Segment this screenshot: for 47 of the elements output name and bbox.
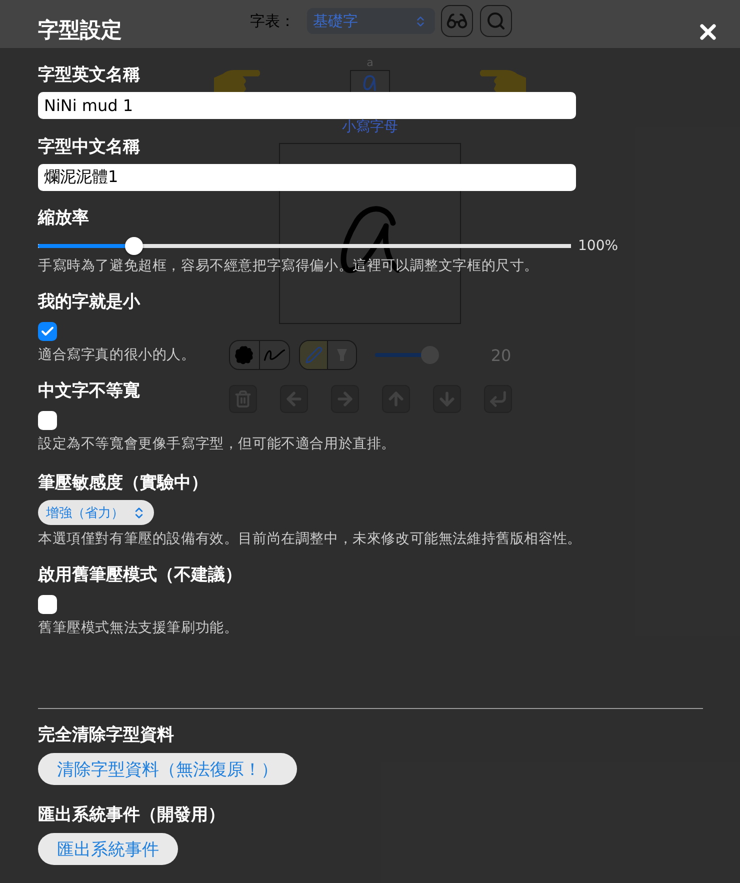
- setting-label: 我的字就是小: [38, 291, 140, 313]
- setting-label: 啟用舊筆壓模式（不建議）: [38, 564, 242, 586]
- glasses-button[interactable]: [441, 5, 473, 37]
- ink-blot-icon: [234, 344, 254, 366]
- glyph-category: 小寫字母: [342, 118, 398, 136]
- checkbox[interactable]: [38, 322, 57, 341]
- move-down-button[interactable]: [432, 385, 460, 413]
- setting-label: 字型英文名稱: [38, 64, 140, 86]
- setting-label: 縮放率: [38, 207, 89, 229]
- squiggle-icon: [264, 349, 285, 361]
- delete-button[interactable]: [228, 385, 256, 413]
- chevron-up-down-icon: [414, 14, 427, 28]
- trash-icon: [234, 390, 252, 408]
- setting-hint: 舊筆壓模式無法支援筆刷功能。: [38, 619, 238, 637]
- text-field[interactable]: 爛泥泥體1: [38, 164, 576, 191]
- checkbox[interactable]: [38, 595, 57, 614]
- setting-hint: 手寫時為了避免超框，容易不經意把字寫得偏小。這裡可以調整文字框的尺寸。: [38, 257, 538, 275]
- glyph-preview-icon: [363, 75, 377, 91]
- section-label: 匯出系統事件（開發用）: [38, 804, 225, 826]
- return-button[interactable]: [484, 385, 512, 413]
- setting-label: 中文字不等寬: [38, 380, 140, 402]
- checkbox[interactable]: [38, 411, 57, 430]
- brush-size-thumb[interactable]: [420, 346, 439, 364]
- section-label: 完全清除字型資料: [38, 724, 174, 746]
- setting-hint: 適合寫字真的很小的人。: [38, 346, 196, 364]
- slider-thumb[interactable]: [124, 237, 143, 255]
- search-button[interactable]: [480, 5, 512, 37]
- setting-label: 字型中文名稱: [38, 136, 140, 158]
- dropdown-select[interactable]: 增強（省力）: [38, 500, 154, 525]
- charset-label: 字表：: [250, 11, 295, 31]
- action-button[interactable]: 匯出系統事件: [38, 833, 178, 865]
- action-button[interactable]: 清除字型資料（無法復原！）: [38, 753, 297, 785]
- move-left-button[interactable]: [280, 385, 308, 413]
- setting-label: 筆壓敏感度（實驗中）: [38, 472, 208, 494]
- setting-hint: 本選項僅對有筆壓的設備有效。目前尚在調整中，未來修改可能無法維持舊版相容性。: [38, 530, 582, 548]
- pen-tool-button[interactable]: [300, 341, 328, 369]
- dialog-title: 字型設定: [38, 17, 122, 43]
- charset-select[interactable]: 基礎字: [307, 8, 435, 34]
- arrow-down-icon: [436, 389, 456, 409]
- move-up-button[interactable]: [382, 385, 410, 413]
- pen-icon: [304, 346, 323, 364]
- move-right-button[interactable]: [330, 385, 358, 413]
- setting-hint: 設定為不等寬會更像手寫字型，但可能不適合用於直排。: [38, 435, 396, 453]
- text-field[interactable]: NiNi mud 1: [38, 92, 576, 119]
- return-arrow-icon: [488, 389, 508, 409]
- slider-value: 100%: [578, 238, 618, 254]
- search-icon: [486, 11, 506, 31]
